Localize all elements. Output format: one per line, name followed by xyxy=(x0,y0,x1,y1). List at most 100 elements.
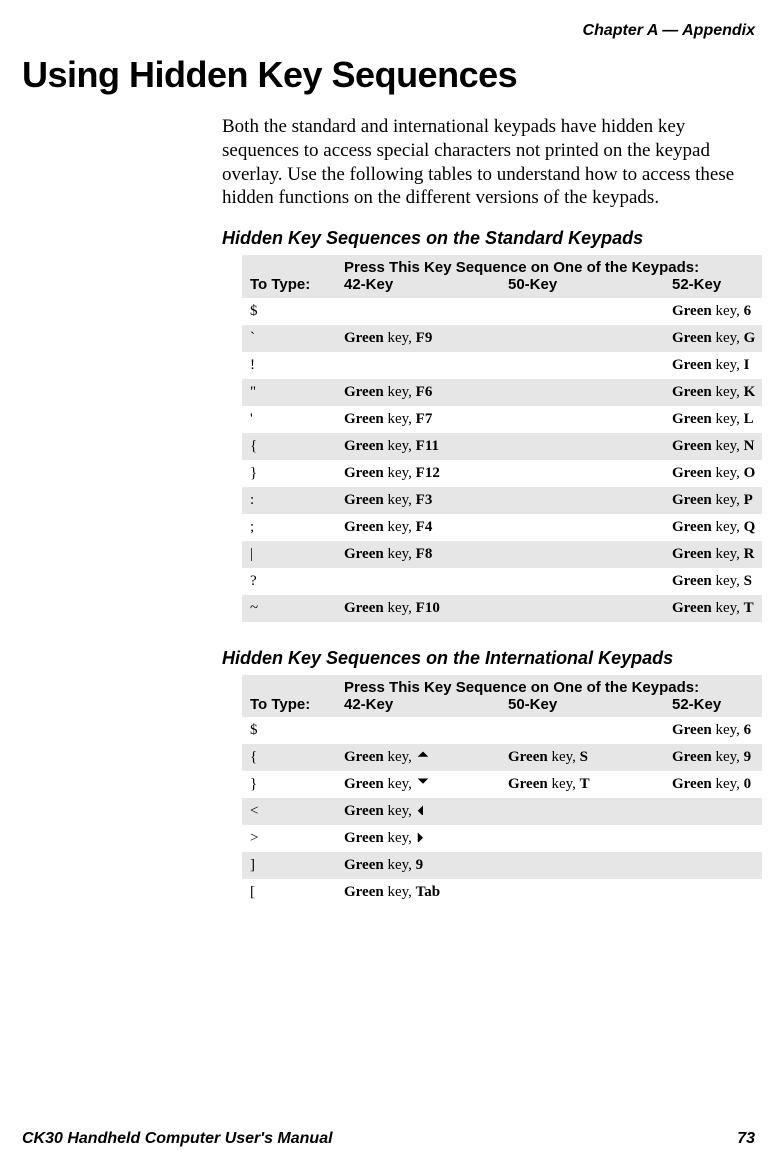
table-row: `Green key, F9 Green key, G xyxy=(242,325,762,352)
c52-cell: Green key, 6 xyxy=(664,298,762,325)
arrow-left-icon xyxy=(416,803,430,820)
c52-cell: Green key, T xyxy=(664,595,762,622)
char-cell: { xyxy=(242,744,336,771)
col-span-header: Press This Key Sequence on One of the Ke… xyxy=(336,255,762,276)
international-table-title: Hidden Key Sequences on the Internationa… xyxy=(222,648,755,669)
c50-cell xyxy=(500,298,664,325)
section-title: Using Hidden Key Sequences xyxy=(22,54,755,96)
char-cell: $ xyxy=(242,717,336,744)
table-row: >Green key, xyxy=(242,825,762,852)
c42-cell: Green key, F4 xyxy=(336,514,500,541)
c50-cell xyxy=(500,595,664,622)
char-cell: ` xyxy=(242,325,336,352)
table-row: }Green key, F12Green key, O xyxy=(242,460,762,487)
table-row: ? Green key, S xyxy=(242,568,762,595)
c50-cell xyxy=(500,852,664,879)
c50-cell xyxy=(500,352,664,379)
c42-cell xyxy=(336,298,500,325)
col-to-type: To Type: xyxy=(242,675,336,718)
arrow-up-icon xyxy=(416,749,430,766)
table-row: [Green key, Tab xyxy=(242,879,762,906)
char-cell: " xyxy=(242,379,336,406)
c52-cell: Green key, Q xyxy=(664,514,762,541)
c52-cell: Green key, L xyxy=(664,406,762,433)
c50-cell xyxy=(500,487,664,514)
char-cell: { xyxy=(242,433,336,460)
footer-manual-title: CK30 Handheld Computer User's Manual xyxy=(22,1130,333,1148)
char-cell: ? xyxy=(242,568,336,595)
c42-cell: Green key, xyxy=(336,771,500,798)
table-row: ;Green key, F4Green key, Q xyxy=(242,514,762,541)
table-row: "Green key, F6Green key, K xyxy=(242,379,762,406)
c52-cell: Green key, R xyxy=(664,541,762,568)
page-footer: CK30 Handheld Computer User's Manual 73 xyxy=(22,1130,755,1148)
col-50key: 50-Key xyxy=(500,696,664,717)
table-row: {Green key, F11 Green key, N xyxy=(242,433,762,460)
c42-cell: Green key, F6 xyxy=(336,379,500,406)
c52-cell: Green key, S xyxy=(664,568,762,595)
c52-cell: Green key, I xyxy=(664,352,762,379)
c50-cell xyxy=(500,541,664,568)
c52-cell: Green key, N xyxy=(664,433,762,460)
table-row: $ Green key, 6 xyxy=(242,298,762,325)
c50-cell xyxy=(500,825,664,852)
col-to-type: To Type: xyxy=(242,255,336,298)
table-row: }Green key, Green key, TGreen key, 0 xyxy=(242,771,762,798)
c50-cell xyxy=(500,514,664,541)
c42-cell xyxy=(336,568,500,595)
c50-cell: Green key, S xyxy=(500,744,664,771)
table-row: 'Green key, F7Green key, L xyxy=(242,406,762,433)
table-row: :Green key, F3Green key, P xyxy=(242,487,762,514)
c50-cell xyxy=(500,879,664,906)
c42-cell: Green key, F11 xyxy=(336,433,500,460)
c42-cell: Green key, xyxy=(336,825,500,852)
c50-cell xyxy=(500,406,664,433)
col-42key: 42-Key xyxy=(336,696,500,717)
c42-cell: Green key, xyxy=(336,744,500,771)
c52-cell xyxy=(664,825,762,852)
c50-cell xyxy=(500,325,664,352)
c52-cell: Green key, 6 xyxy=(664,717,762,744)
c42-cell: Green key, xyxy=(336,798,500,825)
c52-cell: Green key, P xyxy=(664,487,762,514)
col-42key: 42-Key xyxy=(336,276,500,297)
c50-cell xyxy=(500,568,664,595)
col-50key: 50-Key xyxy=(500,276,664,297)
table-row: ]Green key, 9 xyxy=(242,852,762,879)
c42-cell: Green key, Tab xyxy=(336,879,500,906)
col-52key: 52-Key xyxy=(664,276,762,297)
c52-cell: Green key, 0 xyxy=(664,771,762,798)
char-cell: ] xyxy=(242,852,336,879)
char-cell: [ xyxy=(242,879,336,906)
c52-cell xyxy=(664,879,762,906)
c50-cell xyxy=(500,798,664,825)
col-span-header: Press This Key Sequence on One of the Ke… xyxy=(336,675,762,696)
c50-cell xyxy=(500,717,664,744)
table-row: ! Green key, I xyxy=(242,352,762,379)
char-cell: ' xyxy=(242,406,336,433)
char-cell: } xyxy=(242,460,336,487)
c42-cell xyxy=(336,352,500,379)
c52-cell xyxy=(664,852,762,879)
c52-cell: Green key, G xyxy=(664,325,762,352)
standard-table-title: Hidden Key Sequences on the Standard Key… xyxy=(222,228,755,249)
table-row: <Green key, xyxy=(242,798,762,825)
char-cell: ! xyxy=(242,352,336,379)
c42-cell: Green key, 9 xyxy=(336,852,500,879)
c42-cell: Green key, F3 xyxy=(336,487,500,514)
page: Chapter A — Appendix Using Hidden Key Se… xyxy=(0,0,777,1172)
c42-cell: Green key, F10 xyxy=(336,595,500,622)
c50-cell xyxy=(500,379,664,406)
c42-cell: Green key, F8 xyxy=(336,541,500,568)
c52-cell: Green key, 9 xyxy=(664,744,762,771)
c42-cell: Green key, F9 xyxy=(336,325,500,352)
intro-paragraph: Both the standard and international keyp… xyxy=(222,115,745,210)
c42-cell: Green key, F12 xyxy=(336,460,500,487)
c50-cell: Green key, T xyxy=(500,771,664,798)
char-cell: $ xyxy=(242,298,336,325)
char-cell: } xyxy=(242,771,336,798)
char-cell: | xyxy=(242,541,336,568)
standard-keypad-table: To Type: Press This Key Sequence on One … xyxy=(242,255,762,622)
char-cell: < xyxy=(242,798,336,825)
col-52key: 52-Key xyxy=(664,696,762,717)
